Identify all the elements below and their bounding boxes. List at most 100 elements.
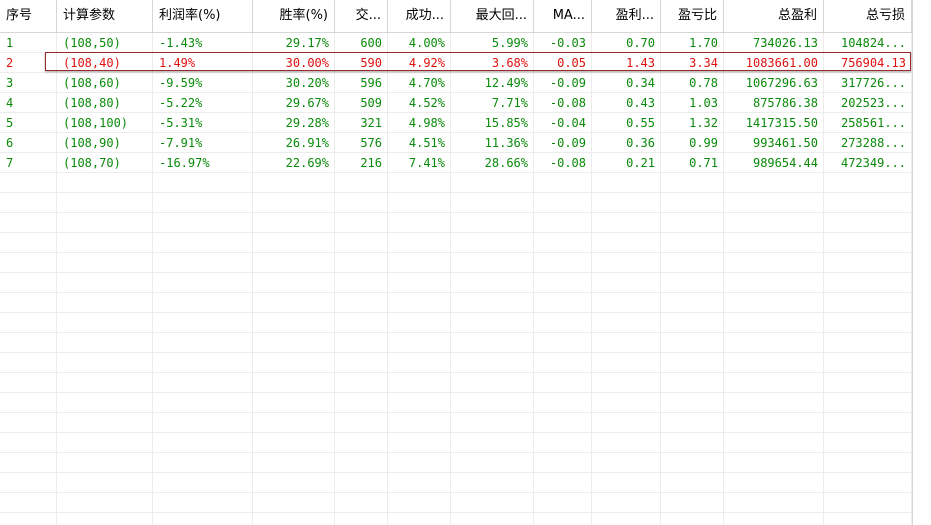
- table-row[interactable]: 4 (108,80) -5.22% 29.67% 509 4.52% 7.71% -0.08 0…: [0, 93, 912, 113]
- cell-success: 4.51%: [408, 136, 445, 150]
- cell-win_rate: 29.28%: [285, 116, 329, 130]
- column-header-total_loss[interactable]: 总亏损: [824, 0, 912, 32]
- cell-ma: -0.08: [549, 96, 586, 110]
- cell-plr: 3.34: [689, 56, 718, 70]
- column-header-success[interactable]: 成功...: [388, 0, 451, 32]
- cell-pl: 0.21: [626, 156, 655, 170]
- cell-total_profit: 1067296.63: [745, 76, 818, 90]
- cell-idx: 3: [6, 76, 14, 90]
- cell-max_dd: 3.68%: [491, 56, 528, 70]
- cell-success: 7.41%: [408, 156, 445, 170]
- cell-ma: -0.08: [549, 156, 586, 170]
- cell-param: (108,80): [63, 96, 121, 110]
- column-header-trades[interactable]: 交...: [335, 0, 388, 32]
- cell-idx: 7: [6, 156, 14, 170]
- cell-profit_rate: -9.59%: [159, 76, 203, 90]
- column-header-ma[interactable]: MA...: [534, 0, 592, 32]
- grid-hline: [0, 492, 912, 493]
- cell-plr: 0.99: [689, 136, 718, 150]
- cell-profit_rate: -5.22%: [159, 96, 203, 110]
- grid-hline: [0, 352, 912, 353]
- cell-param: (108,60): [63, 76, 121, 90]
- cell-pl: 0.34: [626, 76, 655, 90]
- column-header-profit_rate[interactable]: 利润率(%): [153, 0, 253, 32]
- cell-param: (108,40): [63, 56, 121, 70]
- table-row[interactable]: 6 (108,90) -7.91% 26.91% 576 4.51% 11.36% -0.09…: [0, 133, 912, 153]
- cell-success: 4.70%: [408, 76, 445, 90]
- grid-hline: [0, 432, 912, 433]
- cell-pl: 0.43: [626, 96, 655, 110]
- cell-trades: 576: [360, 136, 382, 150]
- cell-total_loss: 104824...: [840, 36, 906, 50]
- cell-ma: 0.05: [557, 56, 586, 70]
- results-grid[interactable]: 序号 计算参数 利润率(%) 胜率(%) 交... 成功... 最大回... MA... 盈利.…: [0, 0, 931, 525]
- cell-total_profit: 989654.44: [752, 156, 818, 170]
- cell-plr: 0.71: [689, 156, 718, 170]
- cell-win_rate: 22.69%: [285, 156, 329, 170]
- cell-plr: 0.78: [689, 76, 718, 90]
- cell-success: 4.92%: [408, 56, 445, 70]
- cell-param: (108,50): [63, 36, 121, 50]
- cell-ma: -0.09: [549, 136, 586, 150]
- column-header-win_rate[interactable]: 胜率(%): [253, 0, 335, 32]
- cell-profit_rate: -7.91%: [159, 136, 203, 150]
- cell-profit_rate: -16.97%: [159, 156, 210, 170]
- cell-total_loss: 472349...: [840, 156, 906, 170]
- cell-total_loss: 273288...: [840, 136, 906, 150]
- cell-trades: 596: [360, 76, 382, 90]
- cell-ma: -0.03: [549, 36, 586, 50]
- cell-max_dd: 12.49%: [484, 76, 528, 90]
- grid-hline: [0, 512, 912, 513]
- cell-max_dd: 5.99%: [491, 36, 528, 50]
- cell-win_rate: 30.20%: [285, 76, 329, 90]
- cell-ma: -0.04: [549, 116, 586, 130]
- cell-trades: 321: [360, 116, 382, 130]
- grid-hline: [0, 292, 912, 293]
- cell-idx: 4: [6, 96, 14, 110]
- table-row-selected[interactable]: 2 (108,40) 1.49% 30.00% 590 4.92% 3.68% 0.05 1.4…: [0, 53, 912, 73]
- grid-right-edge: [912, 0, 913, 525]
- cell-trades: 216: [360, 156, 382, 170]
- cell-plr: 1.32: [689, 116, 718, 130]
- cell-win_rate: 26.91%: [285, 136, 329, 150]
- cell-max_dd: 7.71%: [491, 96, 528, 110]
- cell-total_loss: 756904.13: [840, 56, 906, 70]
- cell-idx: 1: [6, 36, 14, 50]
- cell-pl: 0.36: [626, 136, 655, 150]
- column-header-idx[interactable]: 序号: [0, 0, 57, 32]
- grid-hline: [0, 392, 912, 393]
- table-row[interactable]: 1 (108,50) -1.43% 29.17% 600 4.00% 5.99% -0.03 0…: [0, 33, 912, 53]
- cell-max_dd: 28.66%: [484, 156, 528, 170]
- cell-ma: -0.09: [549, 76, 586, 90]
- cell-profit_rate: -1.43%: [159, 36, 203, 50]
- table-row[interactable]: 3 (108,60) -9.59% 30.20% 596 4.70% 12.49% -0.09…: [0, 73, 912, 93]
- table-row[interactable]: 5 (108,100) -5.31% 29.28% 321 4.98% 15.85% -0.0…: [0, 113, 912, 133]
- cell-win_rate: 29.17%: [285, 36, 329, 50]
- grid-hline: [0, 312, 912, 313]
- column-header-param[interactable]: 计算参数: [57, 0, 153, 32]
- column-header-pl[interactable]: 盈利...: [592, 0, 661, 32]
- grid-hline: [0, 472, 912, 473]
- cell-pl: 0.55: [626, 116, 655, 130]
- cell-param: (108,100): [63, 116, 129, 130]
- column-header-plr[interactable]: 盈亏比: [661, 0, 724, 32]
- cell-success: 4.98%: [408, 116, 445, 130]
- grid-hline: [0, 192, 912, 193]
- cell-trades: 509: [360, 96, 382, 110]
- cell-success: 4.52%: [408, 96, 445, 110]
- column-header-max_dd[interactable]: 最大回...: [451, 0, 534, 32]
- cell-trades: 600: [360, 36, 382, 50]
- cell-total_loss: 258561...: [840, 116, 906, 130]
- grid-hline: [0, 212, 912, 213]
- cell-param: (108,90): [63, 136, 121, 150]
- cell-success: 4.00%: [408, 36, 445, 50]
- cell-max_dd: 15.85%: [484, 116, 528, 130]
- grid-hline: [0, 272, 912, 273]
- column-header-total_profit[interactable]: 总盈利: [724, 0, 824, 32]
- grid-hline: [0, 412, 912, 413]
- cell-total_loss: 202523...: [840, 96, 906, 110]
- table-row[interactable]: 7 (108,70) -16.97% 22.69% 216 7.41% 28.66% -0.0…: [0, 153, 912, 173]
- cell-idx: 2: [6, 56, 14, 70]
- cell-win_rate: 30.00%: [285, 56, 329, 70]
- grid-hline: [0, 452, 912, 453]
